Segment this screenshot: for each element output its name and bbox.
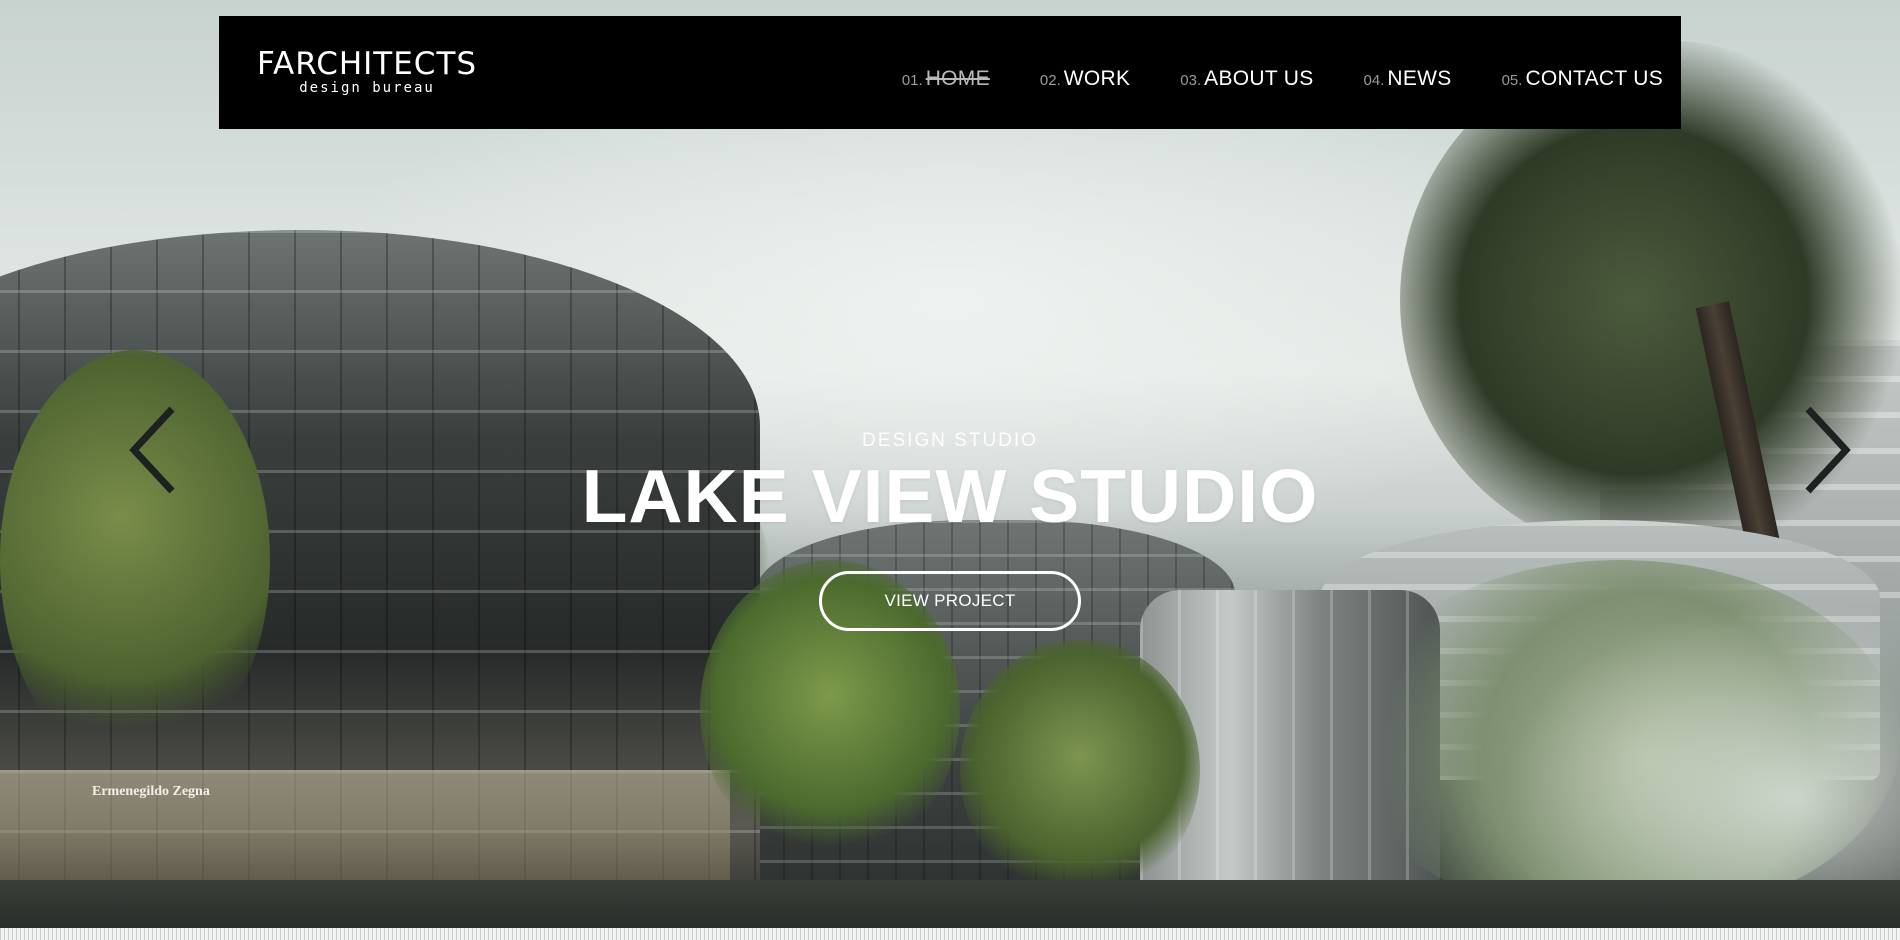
nav-number: 03. xyxy=(1180,71,1202,89)
nav-item-home[interactable]: 01. HOME xyxy=(902,67,990,91)
ground xyxy=(0,880,1900,928)
nav-label: HOME xyxy=(925,66,990,90)
nav-item-news[interactable]: 04. NEWS xyxy=(1364,67,1452,91)
logo-wordmark: FARCHITECTS xyxy=(257,46,478,82)
nav-label: NEWS xyxy=(1387,66,1452,90)
nav-number: 01. xyxy=(901,71,923,89)
site-header: FARCHITECTS design bureau 01. HOME 02. W… xyxy=(219,16,1681,129)
hero-eyebrow: DESIGN STUDIO xyxy=(862,430,1038,451)
nav-number: 05. xyxy=(1501,71,1523,89)
nav-label: CONTACT US xyxy=(1525,66,1663,90)
view-project-button[interactable]: VIEW PROJECT xyxy=(819,571,1081,631)
nav-number: 04. xyxy=(1363,71,1385,89)
nav-item-about-us[interactable]: 03. ABOUT US xyxy=(1180,67,1313,91)
nav-number: 02. xyxy=(1039,71,1061,89)
logo[interactable]: FARCHITECTS design bureau xyxy=(257,46,478,97)
tree-center-right xyxy=(960,640,1200,900)
nav-item-contact-us[interactable]: 05. CONTACT US xyxy=(1502,67,1663,91)
logo-tagline: design bureau xyxy=(299,80,435,96)
store-sign: Ermenegildo Zegna xyxy=(92,784,210,799)
nav-label: ABOUT US xyxy=(1204,66,1314,90)
main-nav: 01. HOME 02. WORK 03. ABOUT US 04. NEWS … xyxy=(852,67,1663,91)
mist-overlay xyxy=(1500,600,1900,928)
bottom-strip xyxy=(0,928,1900,940)
hero-caption: DESIGN STUDIO LAKE VIEW STUDIO xyxy=(0,430,1900,538)
hero-title: LAKE VIEW STUDIO xyxy=(581,454,1319,538)
nav-label: WORK xyxy=(1063,66,1131,90)
nav-item-work[interactable]: 02. WORK xyxy=(1040,67,1130,91)
